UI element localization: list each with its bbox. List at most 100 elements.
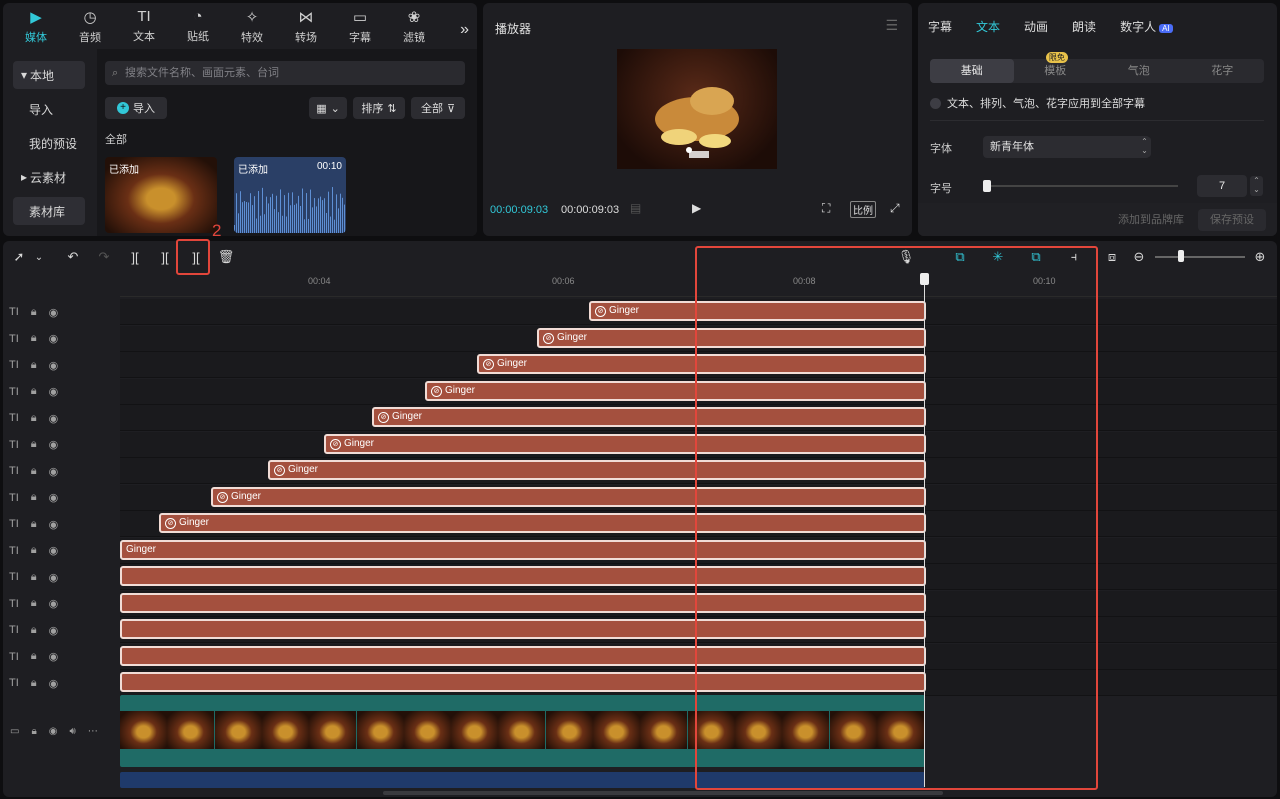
linkage-icon[interactable]: ⧉ — [1026, 247, 1046, 267]
eye-icon[interactable]: ◉ — [49, 412, 59, 425]
segment-flower[interactable]: 花字 — [1181, 59, 1265, 83]
segment-template[interactable]: 模板 限免 — [1014, 52, 1098, 83]
text-clip[interactable]: ⊘ Ginger — [537, 327, 926, 348]
lock-icon[interactable]: 🔒︎ — [31, 332, 37, 345]
save-preset-button[interactable]: 保存预设 — [1198, 209, 1266, 231]
delete-icon[interactable]: 🗑 — [216, 247, 236, 267]
fullscreen-icon[interactable]: ⤢ — [890, 201, 900, 216]
font-select[interactable]: 新青年体 — [983, 136, 1150, 158]
filter-button[interactable]: 全部 ⊽ — [411, 97, 465, 119]
eye-icon[interactable]: ◉ — [49, 726, 58, 737]
font-stepper-icon[interactable]: ⌃ ⌄ — [1138, 137, 1151, 157]
lock-icon[interactable]: 🔒︎ — [31, 726, 36, 737]
video-track[interactable] — [120, 695, 925, 767]
lock-icon[interactable]: 🔒︎ — [31, 359, 37, 372]
sidenav-cloud[interactable]: ▸ 云素材 — [13, 163, 85, 191]
media-thumb-image[interactable]: 已添加 — [105, 157, 217, 233]
text-clip[interactable]: ⊘ Ginger — [159, 513, 926, 533]
ratio-button[interactable]: 比例 — [850, 201, 876, 218]
lock-icon[interactable]: 🔒︎ — [31, 491, 37, 504]
apply-all-checkbox[interactable]: 文本、排列、气泡、花字应用到全部字幕 — [930, 95, 1145, 111]
import-button[interactable]: + 导入 — [105, 97, 167, 119]
eye-icon[interactable]: ◉ — [49, 438, 59, 451]
horizontal-scrollbar[interactable] — [383, 791, 943, 795]
eye-icon[interactable]: ◉ — [49, 332, 59, 345]
play-icon[interactable]: ▶ — [692, 201, 701, 215]
text-clip[interactable] — [120, 592, 926, 613]
view-mode-button[interactable]: ▦ ⌄ — [309, 97, 347, 119]
tab-filter[interactable]: ❀ 滤镜 — [387, 3, 441, 49]
split-screen-icon[interactable]: ⫞ — [1064, 247, 1084, 267]
tab-text[interactable]: 文本 — [976, 18, 1000, 35]
eye-icon[interactable]: ◉ — [49, 518, 59, 531]
media-thumb-audio[interactable]: 已添加 00:10 — [234, 157, 346, 233]
size-slider-handle[interactable] — [983, 180, 991, 192]
lock-icon[interactable]: 🔒︎ — [31, 624, 37, 637]
text-clip[interactable] — [120, 566, 926, 586]
lock-icon[interactable]: 🔒︎ — [31, 571, 37, 584]
playhead-handle[interactable] — [920, 273, 929, 285]
tab-text[interactable]: TI 文本 — [117, 3, 171, 49]
segment-basic[interactable]: 基础 — [930, 59, 1014, 83]
sidenav-local[interactable]: ▾ 本地 — [13, 61, 85, 89]
undo-icon[interactable]: ↶ — [63, 247, 83, 267]
text-clip[interactable]: ⊘ Ginger — [211, 486, 926, 507]
preview-axis-icon[interactable]: ⧈ — [1102, 247, 1122, 267]
more-icon[interactable]: ⋯ — [88, 726, 98, 737]
eye-icon[interactable]: ◉ — [49, 544, 59, 557]
text-clip[interactable]: ⊘ Ginger — [477, 354, 926, 374]
link-main-track-icon[interactable]: ⧉ — [950, 247, 970, 267]
eye-icon[interactable]: ◉ — [49, 677, 59, 690]
lock-icon[interactable]: 🔒︎ — [31, 677, 37, 690]
text-clip[interactable]: ⊘ Ginger — [425, 380, 926, 401]
select-cursor-icon[interactable]: ➚ — [9, 247, 29, 267]
sort-button[interactable]: 排序 ⇅ — [353, 97, 405, 119]
tab-digital-human[interactable]: 数字人 AI — [1120, 18, 1173, 35]
eye-icon[interactable]: ◉ — [49, 650, 59, 663]
eye-icon[interactable]: ◉ — [49, 359, 59, 372]
segment-bubble[interactable]: 气泡 — [1097, 59, 1181, 83]
eye-icon[interactable]: ◉ — [49, 465, 59, 478]
add-to-brand-button[interactable]: 添加到品牌库 — [1113, 209, 1189, 231]
tab-read-aloud[interactable]: 朗读 — [1072, 18, 1096, 35]
redo-icon[interactable]: ↷ — [94, 247, 114, 267]
text-clip[interactable]: ⊘ Ginger — [372, 407, 926, 427]
audio-track[interactable] — [120, 772, 925, 788]
cover-icon[interactable]: ▭ — [10, 726, 19, 737]
delete-left-icon[interactable]: ][ — [155, 247, 175, 267]
sidenav-my-presets[interactable]: 我的预设 — [13, 129, 85, 157]
text-clip[interactable] — [120, 645, 926, 666]
media-search-input[interactable]: ⌕ 搜索文件名称、画面元素、台词 — [105, 61, 465, 85]
lock-icon[interactable]: 🔒︎ — [31, 597, 37, 610]
lock-icon[interactable]: 🔒︎ — [31, 438, 37, 451]
screenshot-icon[interactable]: ⛶ — [822, 201, 830, 216]
text-clip[interactable] — [120, 619, 926, 639]
volume-icon[interactable]: 🔊︎ — [70, 726, 76, 737]
text-clip[interactable]: ⊘ Ginger — [589, 301, 926, 321]
size-slider[interactable] — [988, 185, 1178, 187]
tab-audio[interactable]: ◷ 音频 — [63, 3, 117, 49]
auto-snap-icon[interactable]: ✳ — [988, 247, 1008, 267]
lock-icon[interactable]: 🔒︎ — [31, 544, 37, 557]
lock-icon[interactable]: 🔒︎ — [31, 306, 37, 319]
delete-right-icon[interactable]: ][ — [186, 247, 206, 267]
tab-subtitle[interactable]: 字幕 — [928, 18, 952, 35]
lock-icon[interactable]: 🔒︎ — [31, 385, 37, 398]
menu-icon[interactable]: ☰ — [885, 17, 898, 34]
lock-icon[interactable]: 🔒︎ — [31, 465, 37, 478]
playhead[interactable] — [924, 273, 925, 787]
tab-sticker[interactable]: ◔ 贴纸 — [171, 3, 225, 49]
size-input[interactable]: 7 — [1197, 175, 1247, 197]
tab-subtitle[interactable]: ▭ 字幕 — [333, 3, 387, 49]
size-stepper-icon[interactable]: ⌃ ⌄ — [1250, 176, 1263, 196]
microphone-icon[interactable]: 🎙 — [896, 247, 916, 267]
lock-icon[interactable]: 🔒︎ — [31, 650, 37, 663]
sidenav-import[interactable]: 导入 — [13, 95, 85, 123]
eye-icon[interactable]: ◉ — [49, 597, 59, 610]
text-clip[interactable] — [120, 672, 926, 692]
text-clip[interactable]: ⊘ Ginger — [324, 433, 926, 454]
sidenav-library[interactable]: 素材库 — [13, 197, 85, 225]
tab-animation[interactable]: 动画 — [1024, 18, 1048, 35]
lock-icon[interactable]: 🔒︎ — [31, 412, 37, 425]
eye-icon[interactable]: ◉ — [49, 385, 59, 398]
